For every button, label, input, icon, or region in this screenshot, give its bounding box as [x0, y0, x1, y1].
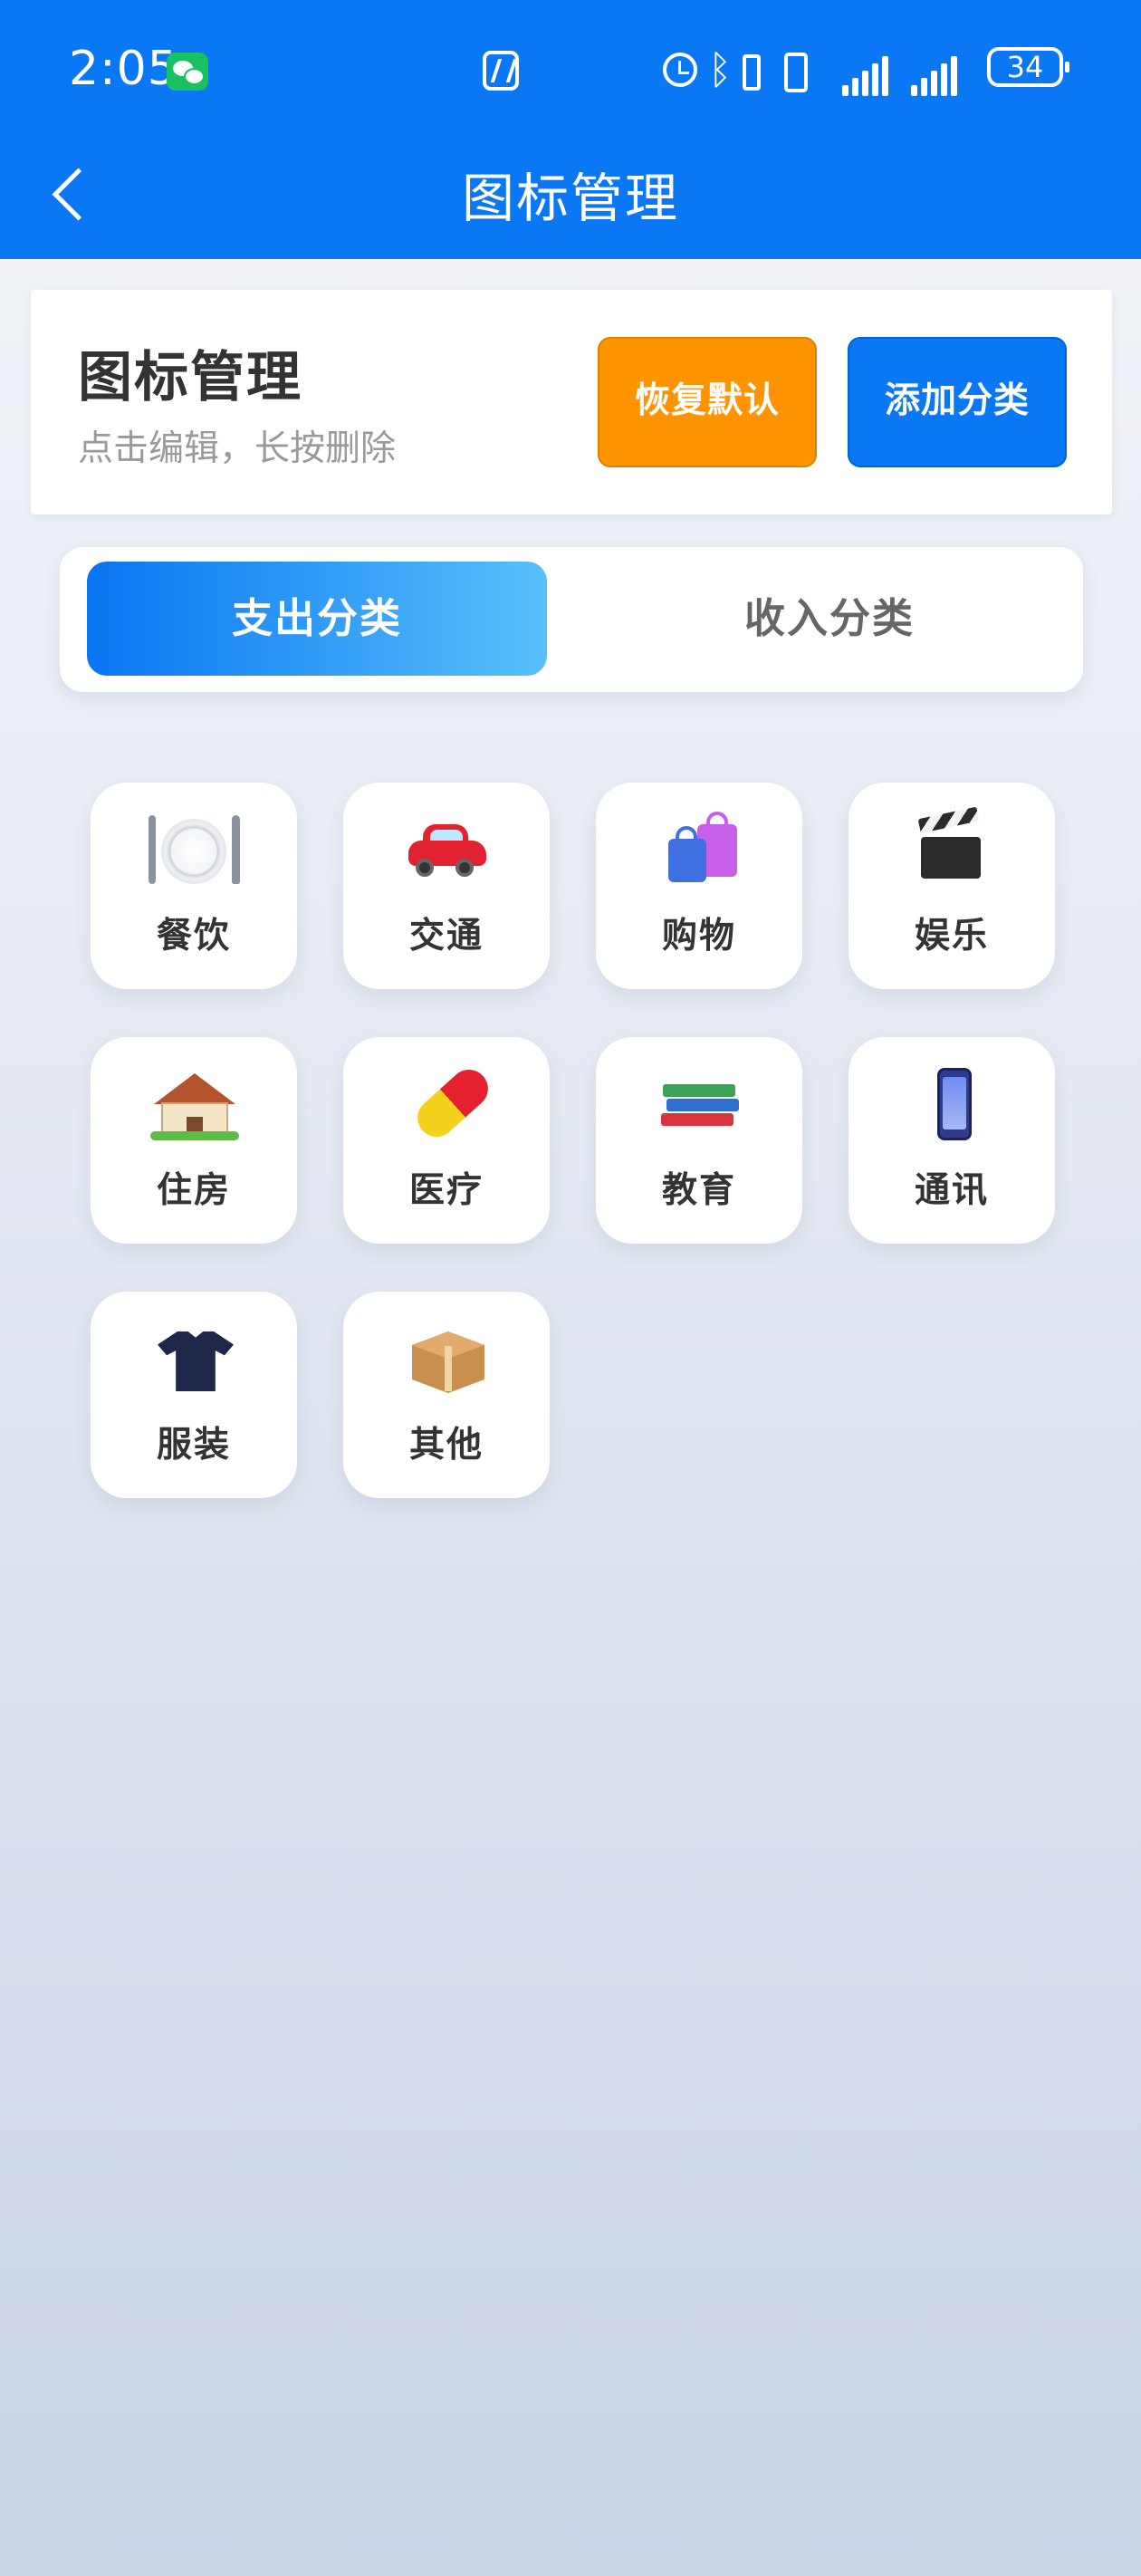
vibrate-icon	[784, 53, 808, 92]
section-title: 图标管理	[78, 346, 302, 409]
category-tile-telecom[interactable]: 通讯	[849, 1037, 1055, 1244]
category-label: 住房	[156, 1170, 231, 1211]
app-header: 2:05 ᛒ 34 图标管理	[0, 0, 1141, 259]
category-label: 餐饮	[156, 916, 231, 956]
clapper-board-icon	[921, 837, 981, 879]
category-label: 其他	[408, 1425, 484, 1466]
status-time: 2:05	[69, 42, 178, 96]
section-hint: 点击编辑，长按删除	[78, 428, 397, 469]
pill-icon	[409, 1062, 496, 1145]
category-tile-transport[interactable]: 交通	[343, 783, 550, 989]
category-tile-housing[interactable]: 住房	[91, 1037, 297, 1244]
house-icon	[154, 1073, 235, 1104]
status-bar: 2:05 ᛒ 34	[0, 36, 1141, 109]
alarm-icon	[663, 53, 697, 87]
category-label: 娱乐	[914, 916, 989, 956]
category-label: 交通	[408, 916, 484, 956]
tab-expense[interactable]: 支出分类	[87, 562, 547, 676]
category-label: 购物	[661, 916, 736, 956]
category-tile-other[interactable]: 其他	[343, 1292, 550, 1498]
category-tile-entertainment[interactable]: 娱乐	[849, 783, 1055, 989]
header-card: 图标管理 点击编辑，长按删除 恢复默认 添加分类	[31, 290, 1112, 514]
restore-default-button[interactable]: 恢复默认	[598, 337, 817, 467]
shirt-icon	[158, 1331, 234, 1391]
status-icons: ᛒ 34	[656, 47, 1072, 100]
bluetooth-icon: ᛒ	[708, 47, 733, 93]
signal-icon	[842, 56, 891, 96]
category-tile-medical[interactable]: 医疗	[343, 1037, 550, 1244]
page-title: 图标管理	[461, 168, 679, 229]
books-icon	[663, 1084, 735, 1097]
wechat-icon	[167, 53, 208, 91]
category-tile-shopping[interactable]: 购物	[596, 783, 802, 989]
category-label: 通讯	[914, 1170, 989, 1211]
battery-saver-icon	[743, 54, 761, 91]
nfc-icon	[483, 51, 519, 91]
dining-icon	[161, 819, 226, 884]
add-category-button[interactable]: 添加分类	[848, 337, 1067, 467]
category-label: 医疗	[408, 1170, 484, 1211]
category-tile-dining[interactable]: 餐饮	[91, 783, 297, 989]
signal-icon	[911, 56, 960, 96]
category-label: 服装	[156, 1425, 231, 1466]
category-grid: 餐饮 交通 购物 娱乐 住房 医疗 教育 通讯 服装 其他	[91, 783, 1056, 1507]
category-label: 教育	[661, 1170, 736, 1211]
category-tabs: 支出分类 收入分类	[60, 547, 1083, 692]
tab-income[interactable]: 收入分类	[599, 562, 1060, 676]
category-tile-clothing[interactable]: 服装	[91, 1292, 297, 1498]
category-tile-education[interactable]: 教育	[596, 1037, 802, 1244]
battery-icon: 34	[987, 47, 1069, 87]
